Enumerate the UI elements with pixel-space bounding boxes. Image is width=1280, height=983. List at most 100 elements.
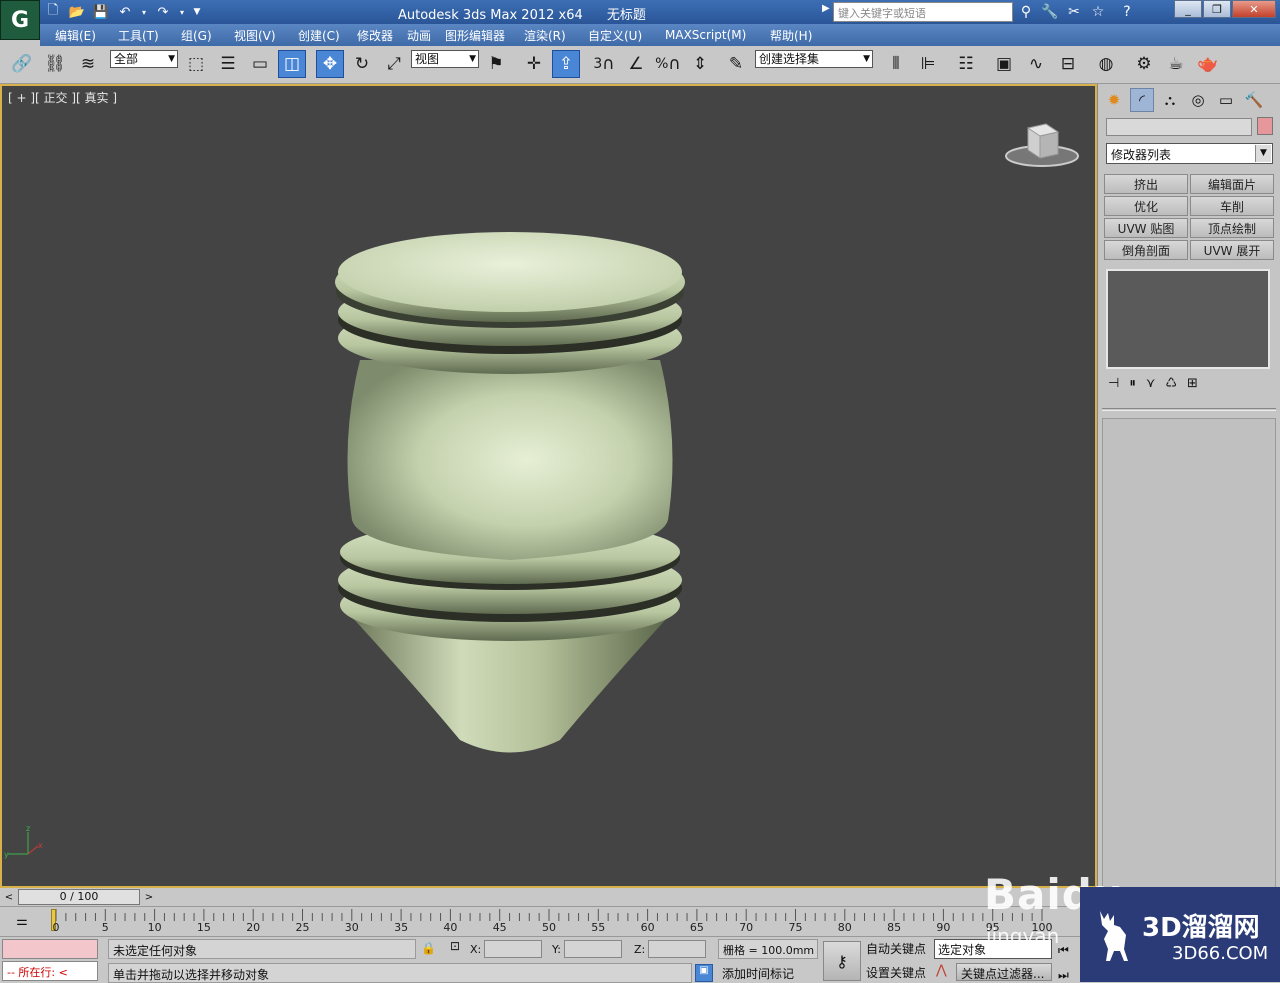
menu-rendering[interactable]: 渲染(R) xyxy=(524,27,566,44)
app-logo-button[interactable]: G xyxy=(0,0,40,40)
menu-create[interactable]: 创建(C) xyxy=(298,27,340,44)
go-to-end-icon[interactable]: ⏭ xyxy=(1058,968,1069,983)
save-file-icon[interactable]: 💾 xyxy=(92,3,110,21)
lathe-button[interactable]: 车削 xyxy=(1190,196,1274,216)
object-name-field[interactable] xyxy=(1106,118,1252,136)
maxscript-line-indicator[interactable]: -- 所在行: < xyxy=(2,961,98,981)
window-crossing-icon[interactable]: ◫ xyxy=(278,50,306,78)
align-icon[interactable]: ⊫ xyxy=(914,50,942,78)
percent-snap-icon[interactable]: % ∩ xyxy=(654,50,682,78)
bevel-profile-button[interactable]: 倒角剖面 xyxy=(1104,240,1188,260)
snaps-toggle-icon[interactable]: 3 ∩ xyxy=(590,50,618,78)
bind-space-warp-icon[interactable]: ≋ xyxy=(74,50,102,78)
show-end-result-icon[interactable]: ⏸ xyxy=(1129,376,1136,391)
set-key-icon[interactable]: ⚷ xyxy=(823,941,861,981)
menu-views[interactable]: 视图(V) xyxy=(234,27,276,44)
schematic-view-icon[interactable]: ⊟ xyxy=(1054,50,1082,78)
maxscript-listener-mini[interactable] xyxy=(2,939,98,959)
edit-named-selection-icon[interactable]: ✎ xyxy=(722,50,750,78)
render-setup-icon[interactable]: ⚙ xyxy=(1130,50,1158,78)
menu-customize[interactable]: 自定义(U) xyxy=(588,27,642,44)
object-color-swatch[interactable] xyxy=(1257,117,1273,135)
redo-dropdown-icon[interactable]: ▾ xyxy=(178,3,186,21)
create-tab-icon[interactable]: ✹ xyxy=(1102,88,1126,112)
prev-frame-arrow-icon[interactable]: < xyxy=(2,890,16,904)
qat-customize-icon[interactable]: ▼ xyxy=(192,3,202,21)
edit-patch-button[interactable]: 编辑面片 xyxy=(1190,174,1274,194)
use-pivot-center-icon[interactable]: ⚑ xyxy=(482,50,510,78)
track-bar[interactable]: ⚌ 0 5 10 15 20 25 30 35 40 45 50 55 60 65 70 75 80 85 90 95… xyxy=(0,906,1097,936)
angle-snap-icon[interactable]: ∠ xyxy=(622,50,650,78)
new-file-icon[interactable]: 🗋 xyxy=(44,3,62,21)
spinner-snap-icon[interactable]: ⇕ xyxy=(686,50,714,78)
pin-stack-icon[interactable]: ⊣ xyxy=(1108,376,1119,391)
keyboard-shortcut-override-icon[interactable]: ⇪ xyxy=(552,50,580,78)
named-selection-dropdown[interactable]: 创建选择集 xyxy=(755,50,873,68)
favorites-star-icon[interactable]: ☆ xyxy=(1088,2,1108,22)
rendered-frame-window-icon[interactable]: ☕ xyxy=(1162,50,1190,78)
z-field[interactable] xyxy=(648,940,707,958)
graphite-modeling-tools-icon[interactable]: ▣ xyxy=(990,50,1018,78)
uvw-map-button[interactable]: UVW 贴图 xyxy=(1104,218,1188,238)
unwrap-uvw-button[interactable]: UVW 展开 xyxy=(1190,240,1274,260)
make-unique-icon[interactable]: ⋎ xyxy=(1146,376,1156,391)
menu-edit[interactable]: 编辑(E) xyxy=(55,27,96,44)
viewcube[interactable] xyxy=(1004,120,1080,172)
select-and-scale-icon[interactable]: ⤢ xyxy=(380,50,408,78)
display-tab-icon[interactable]: ▭ xyxy=(1214,88,1238,112)
select-object-icon[interactable]: ⬚ xyxy=(182,50,210,78)
communication-center-icon[interactable]: ✂ xyxy=(1064,2,1084,22)
search-arrow-icon[interactable]: ▶ xyxy=(822,3,830,14)
restore-button[interactable]: ❐ xyxy=(1203,0,1231,18)
menu-animation[interactable]: 动画 xyxy=(407,27,431,44)
reference-coordinate-dropdown[interactable]: 视图 xyxy=(411,50,479,68)
infocenter-search-input[interactable]: 键入关键字或短语 xyxy=(833,2,1013,22)
select-and-rotate-icon[interactable]: ↻ xyxy=(348,50,376,78)
unlink-selection-icon[interactable]: ⛓ xyxy=(41,50,69,78)
vertex-paint-button[interactable]: 顶点绘制 xyxy=(1190,218,1274,238)
x-field[interactable] xyxy=(484,940,543,958)
time-slider[interactable]: < 0 / 100 > xyxy=(0,888,1097,906)
subscription-key-icon[interactable]: 🔧 xyxy=(1040,2,1060,22)
select-and-manipulate-icon[interactable]: ✛ xyxy=(520,50,548,78)
time-tag-icon[interactable]: ▣ xyxy=(695,964,713,982)
add-time-tag[interactable]: 添加时间标记 xyxy=(722,965,794,982)
minimize-button[interactable]: _ xyxy=(1174,0,1202,18)
render-production-icon[interactable]: 🫖 xyxy=(1194,50,1222,78)
select-and-move-icon[interactable]: ✥ xyxy=(316,50,344,78)
menu-group[interactable]: 组(G) xyxy=(181,27,212,44)
viewport-label[interactable]: [ + ][ 正交 ][ 真实 ] xyxy=(8,89,117,106)
select-and-link-icon[interactable]: 🔗 xyxy=(8,50,36,78)
extrude-button[interactable]: 挤出 xyxy=(1104,174,1188,194)
hierarchy-tab-icon[interactable]: ⛬ xyxy=(1158,88,1182,112)
modifier-stack[interactable] xyxy=(1106,269,1270,369)
material-editor-icon[interactable]: ◍ xyxy=(1092,50,1120,78)
rectangular-selection-icon[interactable]: ▭ xyxy=(246,50,274,78)
motion-tab-icon[interactable]: ◎ xyxy=(1186,88,1210,112)
mini-curve-editor-icon[interactable]: ⚌ xyxy=(8,911,36,931)
menu-help[interactable]: 帮助(H) xyxy=(770,27,812,44)
modify-tab-icon[interactable]: ◜ xyxy=(1130,88,1154,112)
mirror-icon[interactable]: ⫴ xyxy=(882,50,910,78)
key-filters-button[interactable]: 关键点过滤器... xyxy=(956,963,1052,981)
layer-manager-icon[interactable]: ☷ xyxy=(952,50,980,78)
utilities-tab-icon[interactable]: 🔨 xyxy=(1242,88,1266,112)
open-file-icon[interactable]: 📂 xyxy=(68,3,86,21)
modifier-list-dropdown[interactable]: 修改器列表 ▼ xyxy=(1106,143,1273,164)
curve-editor-icon[interactable]: ∿ xyxy=(1022,50,1050,78)
menu-tools[interactable]: 工具(T) xyxy=(118,27,159,44)
selection-filter-dropdown[interactable]: 全部 xyxy=(110,50,178,68)
binoculars-icon[interactable]: ⚲ xyxy=(1016,2,1036,22)
auto-key-button[interactable]: 自动关键点 xyxy=(866,940,926,957)
next-frame-arrow-icon[interactable]: > xyxy=(142,890,156,904)
configure-modifier-sets-icon[interactable]: ⊞ xyxy=(1187,376,1198,391)
undo-icon[interactable]: ↶ xyxy=(116,3,134,21)
menu-modifiers[interactable]: 修改器 xyxy=(357,27,393,44)
y-field[interactable] xyxy=(563,940,622,958)
menu-graph-editors[interactable]: 图形编辑器 xyxy=(445,27,505,44)
remove-modifier-icon[interactable]: ♺ xyxy=(1165,376,1177,391)
absolute-mode-icon[interactable]: ⊡ xyxy=(446,939,464,957)
menu-maxscript[interactable]: MAXScript(M) xyxy=(665,28,746,42)
turned-3d-object[interactable] xyxy=(320,220,700,780)
help-icon[interactable]: ? xyxy=(1112,2,1142,22)
